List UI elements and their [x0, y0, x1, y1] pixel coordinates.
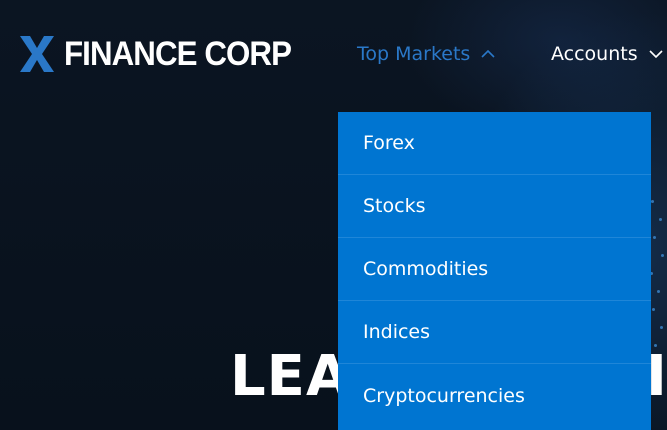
dropdown-item-stocks[interactable]: Stocks — [338, 175, 651, 238]
dropdown-item-commodities[interactable]: Commodities — [338, 238, 651, 301]
dropdown-item-cryptocurrencies[interactable]: Cryptocurrencies — [338, 364, 651, 427]
nav-accounts-label: Accounts — [551, 43, 638, 65]
chevron-up-icon — [481, 49, 495, 58]
nav-top-markets-label: Top Markets — [357, 43, 471, 65]
brand-name: FINANCE CORP — [64, 34, 292, 73]
hero-heading-left: LEA — [230, 344, 351, 409]
dropdown-item-indices[interactable]: Indices — [338, 301, 651, 364]
dropdown-item-forex[interactable]: Forex — [338, 112, 651, 175]
logo[interactable]: FINANCE CORP — [20, 34, 311, 73]
x-logo-icon — [20, 36, 54, 72]
chevron-down-icon — [649, 50, 663, 59]
nav-accounts[interactable]: Accounts — [551, 43, 664, 65]
nav-top-markets[interactable]: Top Markets — [357, 43, 496, 65]
top-markets-dropdown: Forex Stocks Commodities Indices Cryptoc… — [338, 112, 651, 430]
